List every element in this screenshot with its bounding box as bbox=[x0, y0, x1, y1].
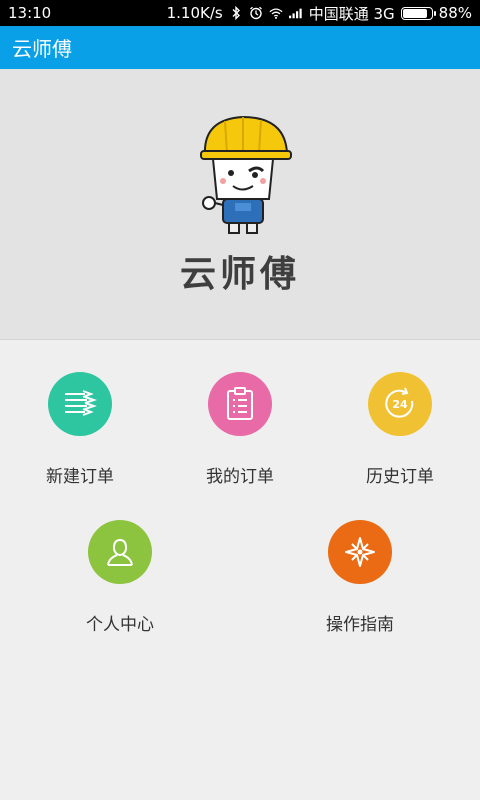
app-bar: 云师傅 bbox=[0, 26, 480, 69]
hero-banner: 云师傅 bbox=[0, 69, 480, 340]
menu-label: 个人中心 bbox=[86, 615, 154, 635]
history-24-icon: 24 bbox=[368, 372, 432, 436]
battery-icon bbox=[400, 6, 436, 20]
status-right: 1.10K/s 中国联通 3G 88% bbox=[167, 3, 472, 24]
menu-label: 我的订单 bbox=[206, 467, 274, 487]
status-time: 13:10 bbox=[8, 4, 52, 22]
menu-new-order[interactable]: 新建订单 bbox=[0, 372, 160, 487]
menu-label: 操作指南 bbox=[326, 615, 394, 635]
menu-my-orders[interactable]: 我的订单 bbox=[160, 372, 320, 487]
battery-percent: 88% bbox=[438, 4, 472, 22]
person-icon bbox=[88, 520, 152, 584]
svg-text:24: 24 bbox=[392, 398, 408, 411]
menu-guide[interactable]: 操作指南 bbox=[280, 520, 440, 635]
status-bar: 13:10 1.10K/s 中国联通 3G 88% bbox=[0, 0, 480, 26]
bluetooth-icon bbox=[229, 6, 243, 20]
wifi-icon bbox=[269, 6, 283, 20]
menu-label: 新建订单 bbox=[46, 467, 114, 487]
alarm-icon bbox=[249, 6, 263, 20]
carrier-label: 中国联通 3G bbox=[308, 4, 395, 23]
signal-icon bbox=[288, 6, 303, 20]
compass-icon bbox=[328, 520, 392, 584]
menu-profile[interactable]: 个人中心 bbox=[40, 520, 200, 635]
menu-history-orders[interactable]: 24 历史订单 bbox=[320, 372, 480, 487]
mascot-logo bbox=[200, 115, 292, 234]
clipboard-icon bbox=[208, 372, 272, 436]
menu-label: 历史订单 bbox=[366, 467, 434, 487]
network-speed: 1.10K/s bbox=[166, 4, 223, 22]
brand-title: 云师傅 bbox=[179, 254, 300, 295]
new-order-icon bbox=[48, 372, 112, 436]
app-title: 云师傅 bbox=[12, 37, 72, 61]
